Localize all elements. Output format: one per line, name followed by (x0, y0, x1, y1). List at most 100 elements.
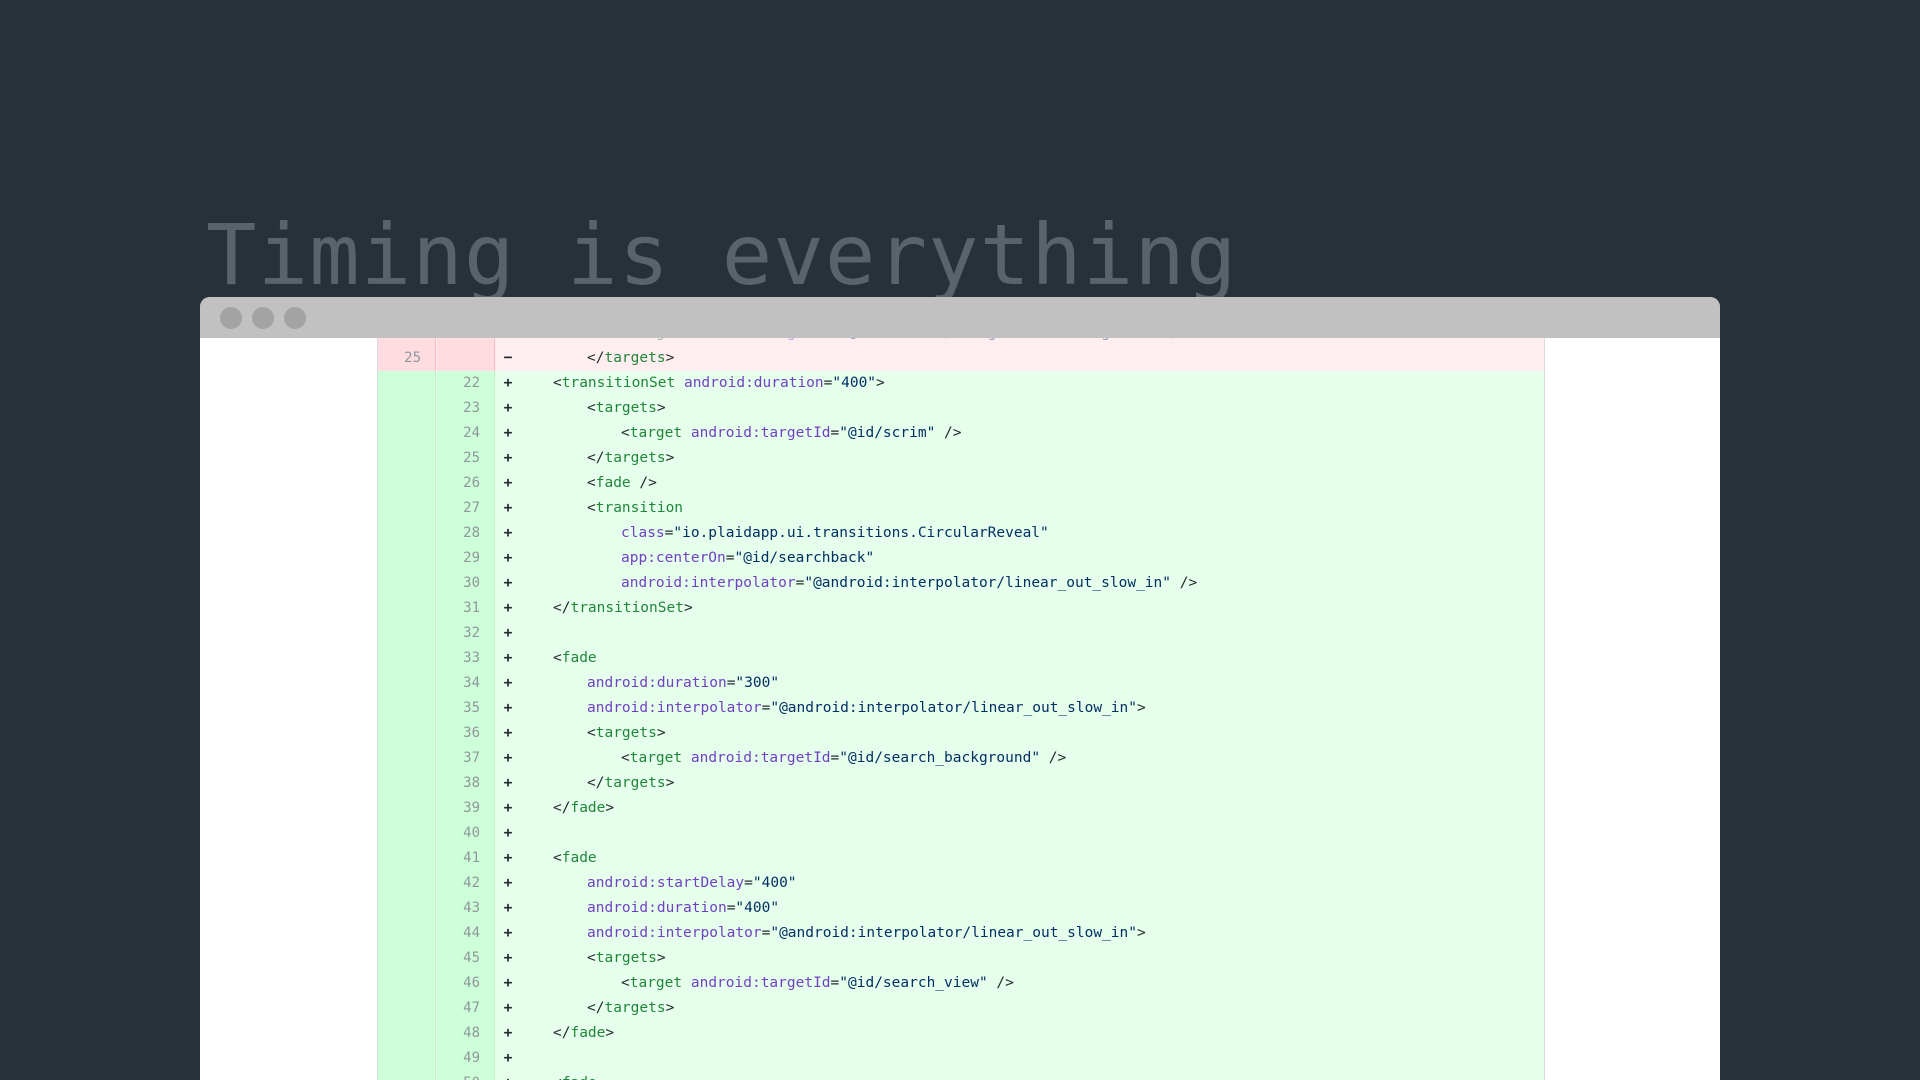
diff-view[interactable]: 24−<target android:targetId="@android:id… (377, 338, 1545, 1080)
new-line-number[interactable]: 39 (437, 796, 495, 821)
old-line-number[interactable]: 25 (378, 346, 436, 371)
window-minimize-dot-icon[interactable] (252, 307, 274, 329)
new-line-number[interactable]: 25 (437, 446, 495, 471)
old-line-number[interactable] (378, 1021, 436, 1046)
new-line-number[interactable]: 37 (437, 746, 495, 771)
new-line-number[interactable]: 34 (437, 671, 495, 696)
old-line-number[interactable] (378, 396, 436, 421)
xml-punct-token: < (587, 400, 596, 416)
diff-added-line: 48 + </fade> (378, 1021, 1544, 1046)
xml-string-token: "400" (752, 875, 797, 891)
new-line-number[interactable]: 22 (437, 371, 495, 396)
old-line-number[interactable] (378, 746, 436, 771)
new-line-number[interactable]: 47 (437, 996, 495, 1021)
diff-plus-marker: + (503, 975, 513, 991)
new-line-number[interactable]: 44 (437, 921, 495, 946)
new-line-number[interactable]: 29 (437, 546, 495, 571)
window-maximize-dot-icon[interactable] (284, 307, 306, 329)
new-line-number[interactable]: 30 (437, 571, 495, 596)
new-line-number[interactable]: 45 (437, 946, 495, 971)
xml-punct-token: < (621, 975, 630, 991)
old-line-number[interactable] (378, 621, 436, 646)
new-line-number[interactable] (437, 338, 495, 346)
old-line-number[interactable] (378, 996, 436, 1021)
new-line-number[interactable]: 36 (437, 721, 495, 746)
new-line-number[interactable]: 31 (437, 596, 495, 621)
old-line-number[interactable] (378, 596, 436, 621)
new-line-number[interactable]: 49 (437, 1046, 495, 1071)
diff-plus-marker: + (503, 725, 513, 741)
xml-attr-token: android:interpolator (587, 925, 762, 941)
window-close-dot-icon[interactable] (220, 307, 242, 329)
new-line-number[interactable]: 27 (437, 496, 495, 521)
old-line-number[interactable] (378, 696, 436, 721)
new-line-number[interactable]: 28 (437, 521, 495, 546)
diff-added-line: 50+ <fade (378, 1071, 1544, 1080)
xml-punct-token: /> (1040, 750, 1067, 766)
xml-punct-token: = (831, 338, 840, 341)
old-line-number[interactable] (378, 721, 436, 746)
code-text: <targets> (553, 721, 666, 746)
old-line-number[interactable] (378, 646, 436, 671)
old-line-number[interactable] (378, 521, 436, 546)
xml-punct-token: < (553, 375, 562, 391)
old-line-number[interactable] (378, 821, 436, 846)
old-line-number[interactable]: 24 (378, 338, 436, 346)
new-line-number[interactable]: 33 (437, 646, 495, 671)
new-line-number[interactable]: 46 (437, 971, 495, 996)
new-line-number[interactable]: 23 (437, 396, 495, 421)
new-line-number[interactable] (437, 346, 495, 371)
old-line-number[interactable] (378, 796, 436, 821)
xml-tag-token: fade (570, 1025, 606, 1041)
xml-string-token: "@id/search_background" (839, 750, 1041, 766)
old-line-number[interactable] (378, 846, 436, 871)
xml-punct-token: < (587, 725, 596, 741)
old-line-number[interactable] (378, 546, 436, 571)
xml-string-token: "@android:interpolator/linear_out_slow_i… (804, 575, 1171, 591)
old-line-number[interactable] (378, 921, 436, 946)
old-line-number[interactable] (378, 771, 436, 796)
old-line-number[interactable] (378, 1046, 436, 1071)
xml-tag-token: targets (595, 400, 657, 416)
code-window: 24−<target android:targetId="@android:id… (200, 297, 1720, 1080)
new-line-number[interactable]: 42 (437, 871, 495, 896)
old-line-number[interactable] (378, 421, 436, 446)
new-line-number[interactable]: 26 (437, 471, 495, 496)
xml-tag-token: targets (595, 725, 657, 741)
diff-plus-marker: + (503, 750, 513, 766)
xml-punct-token: = (725, 550, 735, 566)
new-line-number[interactable]: 50 (437, 1071, 495, 1080)
diff-plus-marker: + (503, 775, 513, 791)
xml-punct-token: < (587, 475, 596, 491)
diff-plus-marker: + (503, 950, 513, 966)
new-line-number[interactable]: 40 (437, 821, 495, 846)
xml-punct-token: </ (587, 350, 605, 366)
old-line-number[interactable] (378, 971, 436, 996)
code-text: class="io.plaidapp.ui.transitions.Circul… (553, 521, 1049, 546)
new-line-number[interactable]: 35 (437, 696, 495, 721)
old-line-number[interactable] (378, 371, 436, 396)
old-line-number[interactable] (378, 471, 436, 496)
new-line-number[interactable]: 32 (437, 621, 495, 646)
new-line-number[interactable]: 48 (437, 1021, 495, 1046)
old-line-number[interactable] (378, 671, 436, 696)
old-line-number[interactable] (378, 496, 436, 521)
old-line-number[interactable] (378, 896, 436, 921)
diff-plus-marker: + (503, 675, 513, 691)
diff-added-line: 38 + </targets> (378, 771, 1544, 796)
old-line-number[interactable] (378, 1071, 436, 1080)
code-text: <target android:targetId="@id/scrim" /> (553, 421, 962, 446)
code-text: android:interpolator="@android:interpola… (553, 571, 1197, 596)
old-line-number[interactable] (378, 946, 436, 971)
new-line-number[interactable]: 43 (437, 896, 495, 921)
new-line-number[interactable]: 41 (437, 846, 495, 871)
old-line-number[interactable] (378, 571, 436, 596)
old-line-number[interactable] (378, 871, 436, 896)
xml-punct-token (682, 750, 691, 766)
new-line-number[interactable]: 38 (437, 771, 495, 796)
old-line-number[interactable] (378, 446, 436, 471)
xml-string-token: "@id/scrim" (839, 425, 936, 441)
new-line-number[interactable]: 24 (437, 421, 495, 446)
diff-added-line: 45 + <targets> (378, 946, 1544, 971)
diff-added-line: 36 + <targets> (378, 721, 1544, 746)
